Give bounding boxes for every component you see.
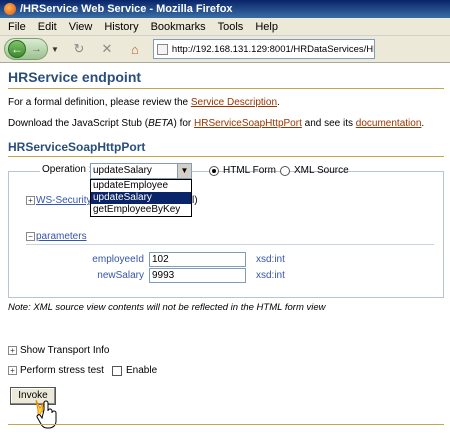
enable-label: Enable	[126, 365, 158, 376]
window-title: /HRService Web Service - Mozilla Firefox	[20, 3, 233, 15]
history-dropdown-icon[interactable]: ▼	[51, 45, 59, 54]
menu-tools[interactable]: Tools	[218, 21, 244, 33]
menu-edit[interactable]: Edit	[38, 21, 57, 33]
expand-plus-icon[interactable]: +	[8, 346, 17, 355]
definition-line: For a formal definition, please review t…	[8, 97, 280, 108]
perform-stress-test-link[interactable]: Perform stress test	[20, 365, 104, 376]
nav-toolbar: ← → ▼ ↻ ✕ ⌂ http://192.168.131.129:8001/…	[0, 36, 450, 63]
new-salary-input[interactable]: 9993	[149, 268, 246, 283]
option-get-employee-by-key[interactable]: getEmployeeByKey	[91, 204, 191, 216]
new-salary-label: newSalary	[97, 270, 144, 281]
divider	[8, 156, 444, 157]
url-bar[interactable]: http://192.168.131.129:8001/HRDataServic…	[152, 39, 375, 59]
divider	[26, 244, 434, 245]
expand-plus-icon[interactable]: +	[8, 366, 17, 375]
employee-id-type: xsd:int	[256, 254, 285, 265]
divider	[8, 88, 444, 89]
page-icon	[156, 43, 168, 55]
menu-history[interactable]: History	[104, 21, 138, 33]
operation-dropdown-list: updateEmployee updateSalary getEmployeeB…	[90, 179, 192, 217]
option-update-employee[interactable]: updateEmployee	[91, 180, 191, 192]
enable-checkbox[interactable]	[112, 366, 122, 376]
employee-id-label: employeeId	[92, 254, 144, 265]
firefox-icon	[4, 3, 16, 15]
operation-select[interactable]: updateSalary ▼	[90, 163, 192, 179]
xml-source-label: XML Source	[294, 165, 349, 176]
html-form-radio[interactable]	[209, 166, 219, 176]
forward-arrow-icon[interactable]: →	[31, 43, 42, 55]
menu-bookmarks[interactable]: Bookmarks	[151, 21, 206, 33]
page-title: HRService endpoint	[8, 69, 142, 85]
chevron-down-icon[interactable]: ▼	[177, 164, 191, 178]
xml-source-radio[interactable]	[280, 166, 290, 176]
html-form-label: HTML Form	[223, 165, 276, 176]
back-arrow-icon[interactable]: ←	[8, 40, 26, 58]
parameters-link[interactable]: parameters	[36, 231, 87, 242]
menu-view[interactable]: View	[69, 21, 93, 33]
url-text: http://192.168.131.129:8001/HRDataServic…	[171, 43, 374, 55]
xml-note: Note: XML source view contents will not …	[8, 302, 326, 313]
menu-help[interactable]: Help	[255, 21, 278, 33]
option-update-salary[interactable]: updateSalary	[91, 192, 191, 204]
window-titlebar: /HRService Web Service - Mozilla Firefox	[0, 0, 450, 18]
menu-bar: File Edit View History Bookmarks Tools H…	[0, 18, 450, 36]
expand-plus-icon[interactable]: +	[26, 196, 35, 205]
page-content: HRService endpoint For a formal definiti…	[0, 64, 450, 433]
ws-security-suffix: l)	[192, 195, 198, 206]
employee-id-input[interactable]: 102	[149, 252, 246, 267]
divider	[8, 424, 444, 425]
stub-port-link[interactable]: HRServiceSoapHttpPort	[194, 118, 302, 129]
port-heading: HRServiceSoapHttpPort	[8, 140, 146, 154]
download-line: Download the JavaScript Stub (BETA) for …	[8, 118, 425, 129]
reload-icon[interactable]: ↻	[71, 41, 87, 57]
hand-cursor-icon	[35, 399, 57, 429]
ws-security-link[interactable]: WS-Security	[36, 195, 92, 206]
home-icon[interactable]: ⌂	[127, 42, 143, 57]
operation-label: Operation :	[40, 164, 94, 175]
back-forward-group: ← →	[4, 38, 48, 60]
new-salary-type: xsd:int	[256, 270, 285, 281]
menu-file[interactable]: File	[8, 21, 26, 33]
documentation-link[interactable]: documentation	[356, 118, 422, 129]
stop-icon[interactable]: ✕	[99, 41, 115, 57]
show-transport-info-link[interactable]: Show Transport Info	[20, 345, 110, 356]
service-description-link[interactable]: Service Description	[191, 97, 277, 108]
collapse-minus-icon[interactable]: −	[26, 232, 35, 241]
